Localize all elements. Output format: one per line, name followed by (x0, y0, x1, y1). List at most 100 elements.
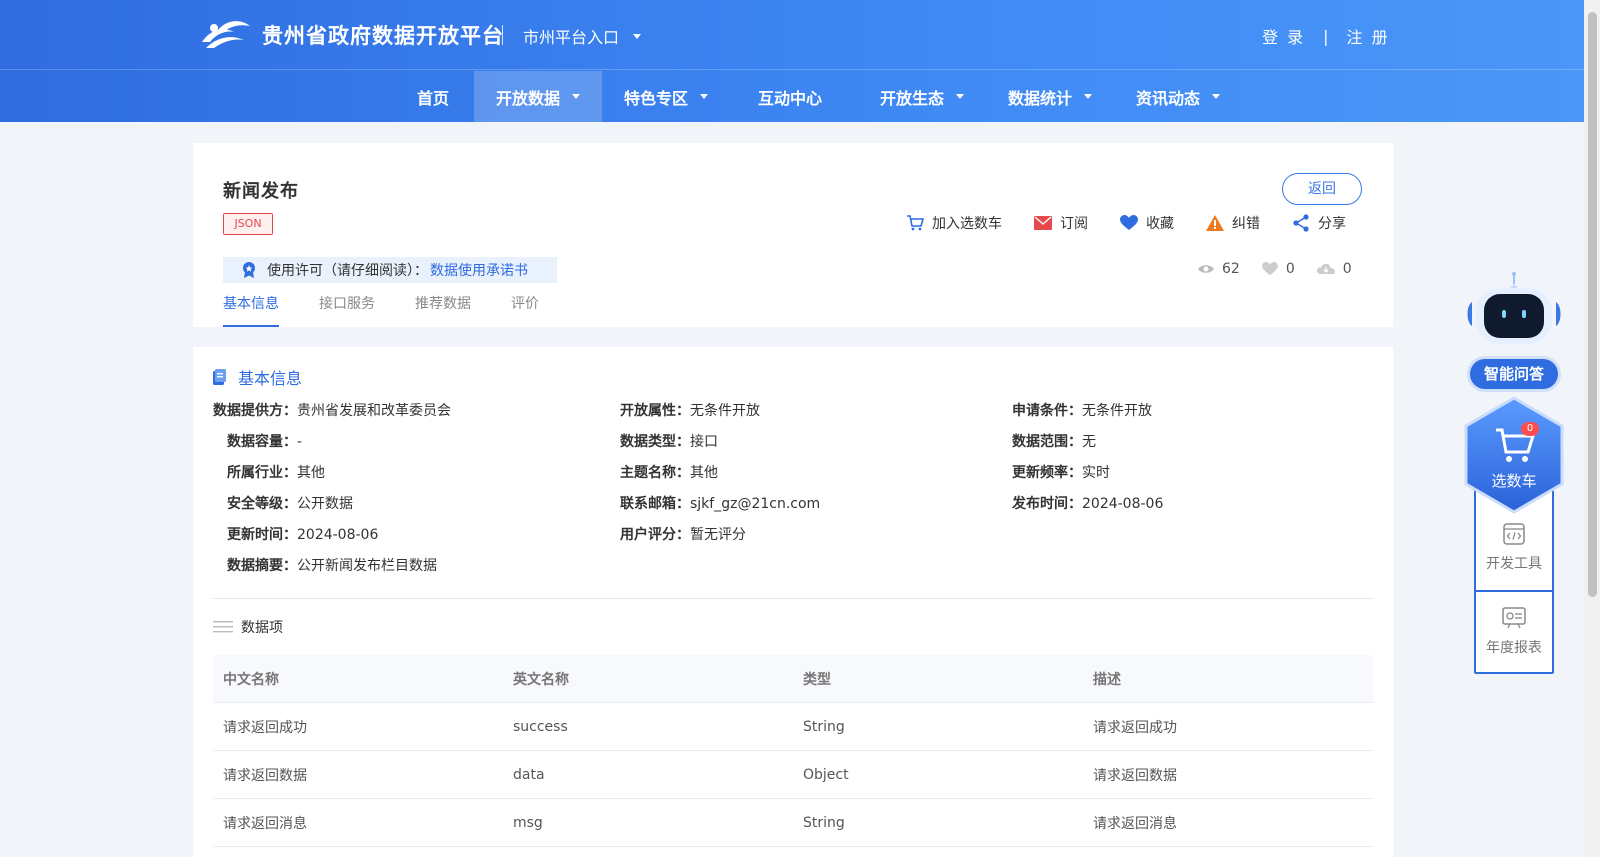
dataset-tabs: 基本信息 接口服务 推荐数据 评价 (223, 293, 579, 327)
ai-qa-button[interactable]: 智能问答 (1467, 356, 1561, 392)
table-cell: msg (513, 814, 543, 831)
info-value: 贵州省发展和改革委员会 (297, 403, 451, 419)
info-key: 数据摘要： (227, 558, 297, 574)
ribbon-icon (243, 262, 255, 278)
tab-api-service[interactable]: 接口服务 (319, 293, 375, 327)
annual-report-button[interactable]: 年度报表 (1476, 592, 1552, 672)
license-bar: 使用许可（请仔细阅读）： 数据使用承诺书 (223, 257, 557, 283)
column-header: 类型 (803, 671, 831, 688)
login-link[interactable]: 登 录 (1262, 24, 1305, 48)
subscribe-label: 订阅 (1060, 216, 1088, 232)
share-button[interactable]: 分享 (1292, 213, 1346, 233)
nav-item-ecosystem[interactable]: 开放生态 (858, 71, 986, 122)
section-divider (213, 598, 1373, 599)
dataset-header-card: 新闻发布 JSON 返回 加入选数车 订阅 收藏 纠错 分享 使用许可（请仔细阅… (193, 143, 1393, 327)
downloads-stat: 0 (1316, 261, 1352, 277)
info-value: 其他 (690, 465, 718, 481)
robot-assistant-icon[interactable] (1466, 272, 1562, 352)
site-title[interactable]: 贵州省政府数据开放平台 (262, 20, 504, 50)
site-header: 贵州省政府数据开放平台 市州平台入口 登 录 | 注 册 首页 开放数据 特色专… (0, 0, 1584, 122)
subscribe-button[interactable]: 订阅 (1034, 213, 1088, 233)
nav-item-news[interactable]: 资讯动态 (1114, 71, 1242, 122)
table-row: 请求返回消息 msg String 请求返回消息 (213, 799, 1373, 847)
info-rating: 用户评分：暂无评分 (620, 524, 746, 544)
code-icon (1503, 523, 1525, 545)
dataset-title: 新闻发布 (223, 181, 299, 202)
dev-tools-button[interactable]: 开发工具 (1476, 508, 1552, 588)
info-apply-condition: 申请条件：无条件开放 (1012, 400, 1152, 420)
auth-links: 登 录 | 注 册 (1262, 24, 1390, 48)
table-cell: Object (803, 766, 849, 783)
back-button[interactable]: 返回 (1282, 173, 1362, 205)
warning-icon (1206, 215, 1224, 231)
info-value: - (297, 434, 303, 450)
license-agreement-link[interactable]: 数据使用承诺书 (430, 260, 528, 280)
nav-label: 互动中心 (757, 88, 822, 108)
table-cell: 请求返回成功 (223, 719, 307, 736)
info-email: 联系邮箱：sjkf_gz@21cn.com (620, 493, 820, 513)
info-key: 数据提供方： (213, 403, 297, 419)
column-header: 中文名称 (223, 671, 279, 688)
info-key: 申请条件： (1012, 403, 1082, 419)
nav-item-interaction[interactable]: 互动中心 (740, 71, 840, 122)
info-summary: 数据摘要：公开新闻发布栏目数据 (227, 555, 437, 575)
info-key: 所属行业： (227, 465, 297, 481)
table-row: 请求返回成功 success String 请求返回成功 (213, 703, 1373, 751)
nav-item-home[interactable]: 首页 (378, 71, 488, 122)
city-platform-dropdown[interactable]: 市州平台入口 (523, 24, 642, 48)
annual-report-label: 年度报表 (1486, 640, 1542, 656)
info-published: 发布时间：2024-08-06 (1012, 493, 1163, 513)
info-open-attr: 开放属性：无条件开放 (620, 400, 760, 420)
cart-label: 选数车 (1491, 472, 1537, 490)
cloud-download-icon (1316, 263, 1335, 274)
info-value: 2024-08-06 (1082, 496, 1164, 512)
nav-item-special-zone[interactable]: 特色专区 (602, 71, 730, 122)
nav-label: 开放数据 (495, 88, 560, 108)
tab-basic-info[interactable]: 基本信息 (223, 293, 279, 327)
table-cell: 请求返回数据 (223, 767, 307, 784)
chevron-down-icon (633, 33, 642, 39)
info-key: 数据容量： (227, 434, 297, 450)
platform-logo-icon[interactable] (200, 16, 252, 52)
scrollbar-thumb[interactable] (1588, 12, 1597, 597)
info-value: 接口 (690, 434, 718, 450)
info-key: 更新时间： (227, 527, 297, 543)
chevron-down-icon (956, 94, 964, 99)
add-to-cart-button[interactable]: 加入选数车 (906, 213, 1002, 233)
tab-recommended[interactable]: 推荐数据 (415, 293, 471, 327)
favorite-button[interactable]: 收藏 (1120, 213, 1174, 233)
heart-outline-icon (1261, 262, 1278, 276)
eye-icon (1198, 265, 1214, 273)
basic-info-heading: 基本信息 (213, 365, 302, 389)
report-error-button[interactable]: 纠错 (1206, 213, 1260, 233)
info-key: 主题名称： (620, 465, 690, 481)
data-items-table: 中文名称 英文名称 类型 描述 请求返回成功 success String 请求… (213, 655, 1373, 847)
table-cell: 请求返回消息 (1093, 815, 1177, 832)
table-cell: data (513, 766, 545, 783)
chevron-down-icon (1212, 94, 1220, 99)
main-nav: 首页 开放数据 特色专区 互动中心 开放生态 数据统计 资讯动态 (0, 71, 1584, 122)
nav-label: 开放生态 (879, 88, 944, 108)
info-key: 发布时间： (1012, 496, 1082, 512)
column-header: 英文名称 (513, 671, 569, 688)
info-data-type: 数据类型：接口 (620, 431, 718, 451)
tab-rating[interactable]: 评价 (511, 293, 539, 327)
register-link[interactable]: 注 册 (1346, 24, 1389, 48)
report-board-icon (1502, 607, 1526, 629)
title-divider (502, 25, 503, 45)
nav-item-open-data[interactable]: 开放数据 (474, 71, 602, 122)
info-key: 用户评分： (620, 527, 690, 543)
info-security: 安全等级：公开数据 (227, 493, 353, 513)
cart-hexagon-button[interactable] (1464, 396, 1564, 514)
info-value: 无条件开放 (690, 403, 760, 419)
nav-label: 特色专区 (623, 88, 688, 108)
likes-count: 0 (1285, 261, 1295, 277)
format-badge: JSON (223, 213, 273, 235)
data-items-title: 数据项 (241, 620, 283, 636)
views-stat: 62 (1198, 261, 1240, 277)
nav-item-statistics[interactable]: 数据统计 (986, 71, 1114, 122)
nav-label: 首页 (416, 88, 449, 108)
downloads-count: 0 (1342, 261, 1352, 277)
table-cell: 请求返回数据 (1093, 767, 1177, 784)
basic-info-title: 基本信息 (238, 369, 303, 388)
